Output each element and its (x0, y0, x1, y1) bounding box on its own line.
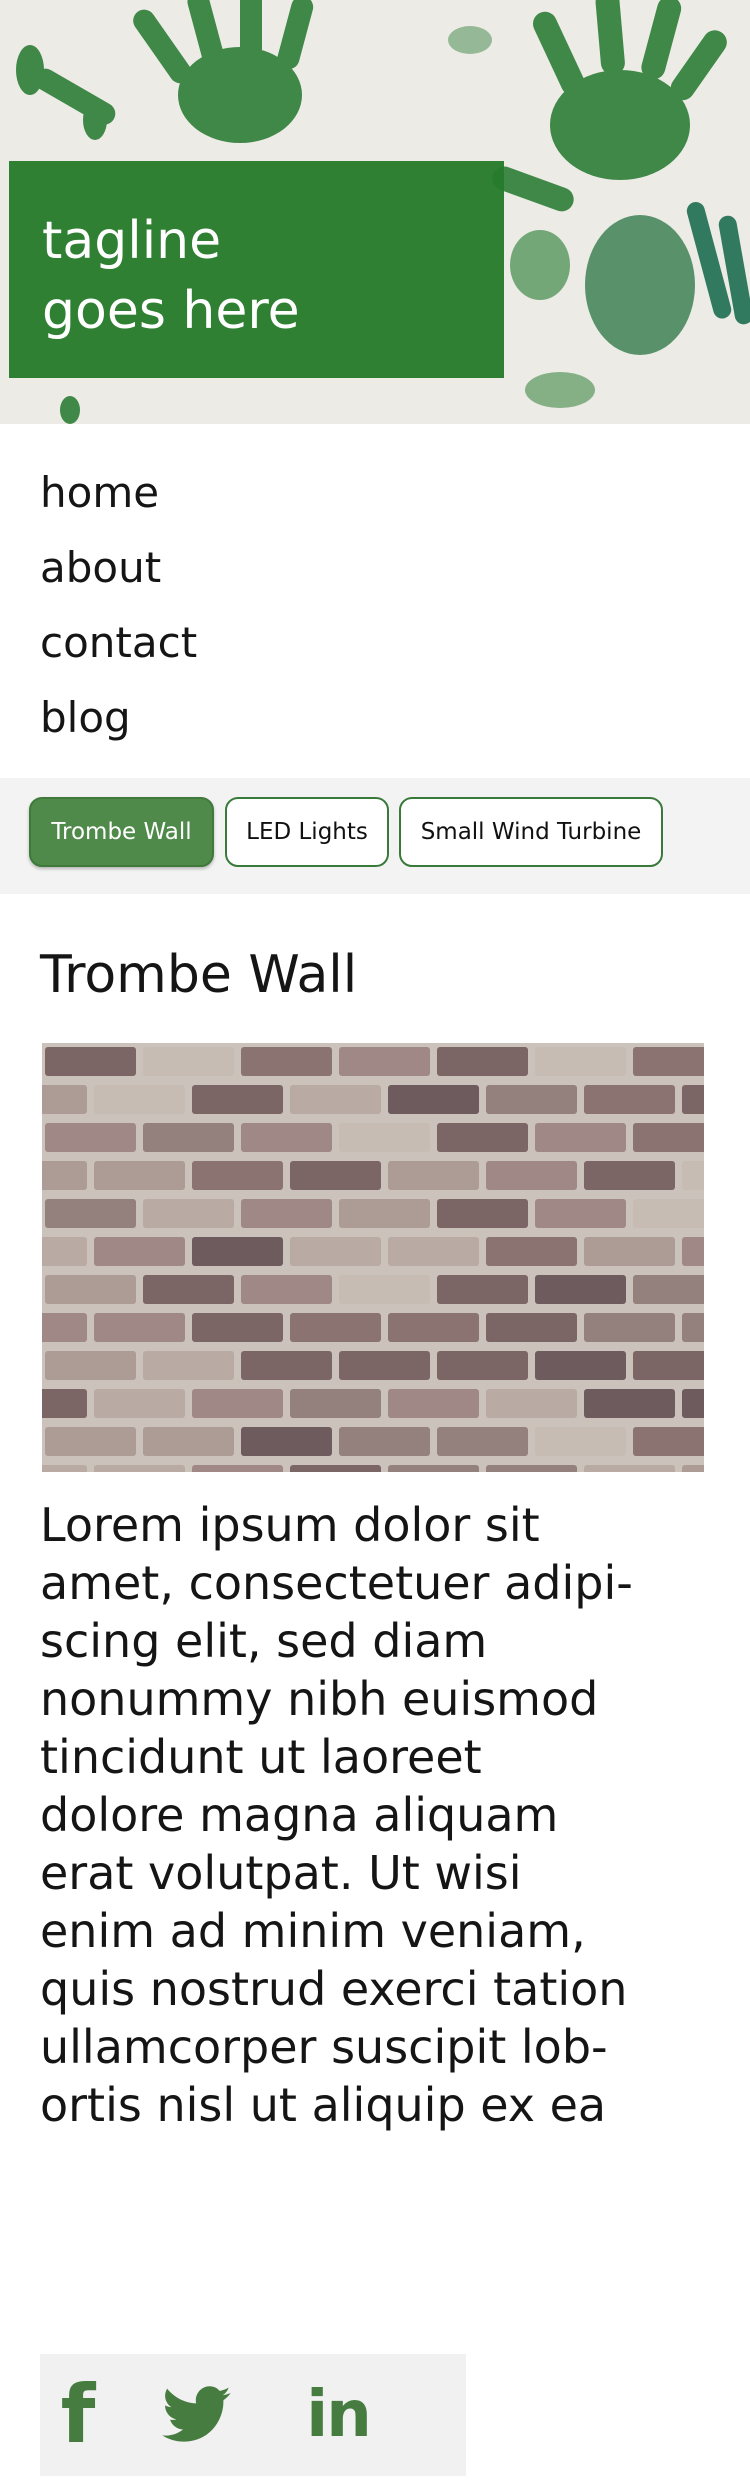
facebook-glyph: f (60, 2368, 96, 2461)
twitter-bird-icon (162, 2386, 231, 2442)
nav-item-contact[interactable]: contact (40, 605, 197, 680)
brick-wall-image (42, 1043, 704, 1472)
hero-banner: tagline goes here (0, 0, 750, 424)
brick-wall-graphic (42, 1043, 704, 1472)
tab-led-lights[interactable]: LED Lights (225, 797, 389, 867)
tab-small-wind-turbine[interactable]: Small Wind Turbine (399, 797, 663, 867)
nav-item-home[interactable]: home (40, 455, 197, 530)
section-title: Trombe Wall (40, 945, 358, 1005)
linkedin-icon[interactable]: in (302, 2382, 374, 2448)
tagline-box: tagline goes here (9, 161, 504, 378)
linkedin-glyph: in (306, 2378, 371, 2452)
main-nav: home about contact blog (40, 455, 197, 755)
nav-item-about[interactable]: about (40, 530, 197, 605)
tab-trombe-wall[interactable]: Trombe Wall (29, 797, 214, 867)
facebook-icon[interactable]: f (58, 2368, 98, 2461)
social-links: f in (40, 2354, 466, 2476)
twitter-icon[interactable] (162, 2382, 232, 2448)
tagline: tagline goes here (42, 211, 300, 341)
article-body: Lorem ipsum dolor sit amet, consectetuer… (40, 1498, 633, 2132)
nav-item-blog[interactable]: blog (40, 680, 197, 755)
